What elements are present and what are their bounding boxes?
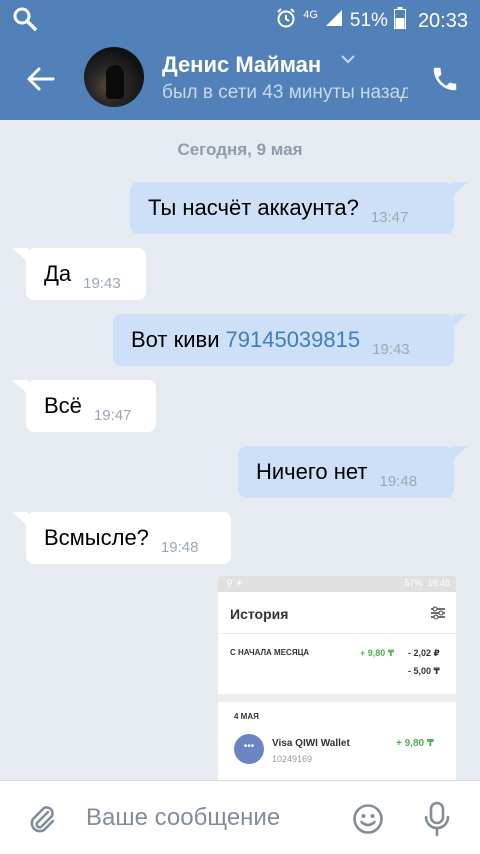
last-seen-status: был в сети 43 минуты назад bbox=[162, 82, 408, 103]
message-text: Ты насчёт аккаунта? bbox=[148, 195, 359, 220]
message-time: 19:43 bbox=[83, 274, 121, 292]
phone-icon[interactable] bbox=[430, 64, 460, 94]
attachment-item-number: 10249169 bbox=[272, 754, 313, 764]
message-incoming[interactable]: Да 19:43 bbox=[26, 248, 146, 300]
bubble-tail bbox=[452, 446, 468, 460]
message-text: Всё bbox=[44, 393, 82, 418]
attachment-period: С НАЧАЛА МЕСЯЦА bbox=[230, 648, 310, 657]
message-text: Да bbox=[44, 261, 72, 286]
date-separator: Сегодня, 9 мая bbox=[177, 140, 303, 159]
emoji-icon[interactable] bbox=[352, 803, 384, 835]
attachment-income: + 9,80 ₸ bbox=[360, 648, 395, 658]
bubble-tail bbox=[452, 182, 468, 196]
clock: 20:33 bbox=[417, 9, 468, 32]
message-composer bbox=[0, 780, 480, 854]
message-time: 19:47 bbox=[93, 406, 132, 424]
battery-icon bbox=[393, 7, 406, 35]
network-type: 4G bbox=[303, 9, 318, 21]
message-time: 13:47 bbox=[370, 208, 409, 226]
paperclip-icon[interactable] bbox=[26, 803, 58, 835]
attachment-status-bar: ⚲ ☀ 57% 19:48 bbox=[218, 576, 456, 592]
search-icon[interactable] bbox=[12, 6, 38, 37]
message-text: Всмысле? bbox=[44, 525, 149, 550]
bubble-tail bbox=[452, 314, 468, 328]
message-text: Ничего нет bbox=[256, 459, 368, 484]
alarm-icon bbox=[275, 7, 297, 35]
message-input[interactable] bbox=[86, 799, 326, 837]
message-outgoing[interactable]: Вот киви 79145039815 19:43 bbox=[113, 314, 454, 366]
attachment-time: 19:48 bbox=[427, 578, 450, 588]
attachment-header: История bbox=[218, 592, 456, 634]
message-time: 19:43 bbox=[372, 340, 410, 358]
attachment-status-icons: ⚲ ☀ bbox=[226, 578, 244, 588]
message-text: Вот киви bbox=[131, 327, 220, 352]
message-outgoing[interactable]: Ничего нет 19:48 bbox=[238, 446, 454, 498]
attachment-divider bbox=[218, 694, 456, 702]
status-bar: 4G 51% 20:33 bbox=[0, 0, 480, 38]
attachment-battery: 57% bbox=[404, 578, 423, 588]
message-outgoing[interactable]: Ты насчёт аккаунта? 13:47 bbox=[130, 182, 454, 234]
attachment-date: 4 МАЯ bbox=[234, 712, 259, 721]
back-arrow-icon[interactable] bbox=[26, 64, 56, 94]
chevron-down-icon[interactable] bbox=[340, 52, 356, 70]
message-incoming[interactable]: Всмысле? 19:48 bbox=[26, 512, 231, 564]
message-time: 19:48 bbox=[160, 538, 199, 556]
signal-icon bbox=[324, 8, 344, 34]
contact-name[interactable]: Денис Майман bbox=[162, 52, 321, 78]
wallet-icon: ••• bbox=[234, 734, 264, 764]
filter-icon bbox=[430, 606, 446, 620]
attachment-item-name: Visa QIWI Wallet bbox=[272, 738, 350, 749]
attachment-expense-tenge: - 5,00 ₸ bbox=[408, 666, 440, 676]
image-attachment[interactable]: ⚲ ☀ 57% 19:48 История С НАЧАЛА МЕСЯЦА + … bbox=[218, 576, 456, 780]
attachment-item-amount: + 9,80 ₸ bbox=[396, 738, 434, 749]
microphone-icon[interactable] bbox=[424, 801, 450, 837]
attachment-expense-rub: - 2,02 ₽ bbox=[408, 648, 440, 658]
message-time: 19:48 bbox=[379, 472, 418, 490]
phone-number-link[interactable]: 79145039815 bbox=[226, 327, 361, 353]
avatar[interactable] bbox=[84, 47, 144, 107]
message-incoming[interactable]: Всё 19:47 bbox=[26, 380, 156, 432]
attachment-title: История bbox=[230, 606, 289, 622]
battery-percent: 51% bbox=[349, 10, 388, 31]
message-list[interactable]: Сегодня, 9 мая Ты насчёт аккаунта? 13:47… bbox=[0, 120, 480, 780]
chat-header: Денис Майман был в сети 43 минуты назад bbox=[0, 38, 480, 120]
